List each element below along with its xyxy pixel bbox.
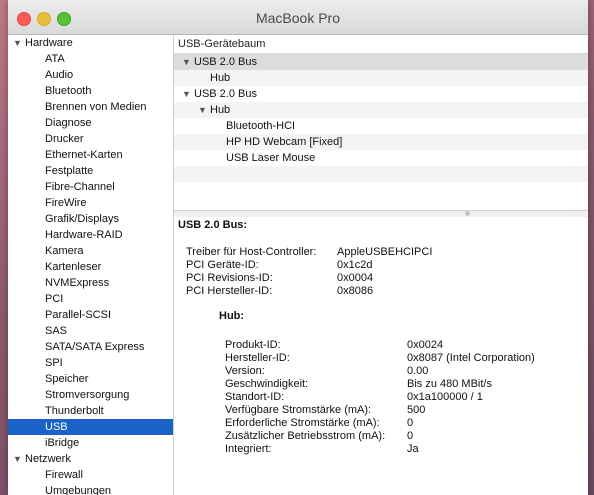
tree-filler-row <box>174 182 588 198</box>
sidebar-item[interactable]: Kamera <box>8 243 173 259</box>
property-value: AppleUSBEHCIPCI <box>337 246 433 258</box>
property-key: Standort-ID: <box>225 391 285 403</box>
sidebar-item[interactable]: iBridge <box>8 435 173 451</box>
sidebar-item[interactable]: FireWire <box>8 195 173 211</box>
sidebar-item[interactable]: Brennen von Medien <box>8 99 173 115</box>
sidebar-category-label: Hardware <box>25 37 73 49</box>
sidebar-item[interactable]: SAS <box>8 323 173 339</box>
property-key: Hersteller-ID: <box>225 352 290 364</box>
sidebar-item[interactable]: Firewall <box>8 467 173 483</box>
disclosure-triangle-icon[interactable]: ▼ <box>13 35 25 51</box>
detail-pane: USB 2.0 Bus: Treiber für Host-Controller… <box>174 217 588 495</box>
sidebar-item[interactable]: PCI <box>8 291 173 307</box>
app-window: MacBook Pro ▼ Hardware ATA Audio Bluetooth Br… <box>8 0 588 495</box>
detail-title: USB 2.0 Bus: <box>178 219 248 231</box>
tree-header: USB-Gerätebaum <box>174 35 588 54</box>
property-key: PCI Geräte-ID: <box>186 259 259 271</box>
usb-tree-label: USB Laser Mouse <box>226 152 316 164</box>
property-value: 0 <box>407 430 414 442</box>
sidebar-item[interactable]: Fibre-Channel <box>8 179 173 195</box>
property-value: 0x0004 <box>337 272 374 284</box>
property-value: 0 <box>407 417 414 429</box>
property-key: Geschwindigkeit: <box>225 378 309 390</box>
sidebar-item[interactable]: Stromversorgung <box>8 387 173 403</box>
disclosure-triangle-icon[interactable]: ▼ <box>198 102 210 118</box>
usb-tree-label: USB 2.0 Bus <box>194 88 257 100</box>
usb-tree-row[interactable]: HP HD Webcam [Fixed] <box>174 134 588 150</box>
usb-tree-row[interactable]: ▼ USB 2.0 Bus <box>174 86 588 102</box>
disclosure-triangle-icon[interactable]: ▼ <box>182 54 194 70</box>
sidebar-item[interactable]: Bluetooth <box>8 83 173 99</box>
property-key: Verfügbare Stromstärke (mA): <box>225 404 372 416</box>
window-title: MacBook Pro <box>255 10 341 26</box>
sidebar-item[interactable]: Drucker <box>8 131 173 147</box>
sidebar-item[interactable]: NVMExpress <box>8 275 173 291</box>
sidebar-item[interactable]: Umgebungen <box>8 483 173 495</box>
property-value: 0x8087 (Intel Corporation) <box>407 352 535 364</box>
sidebar-item[interactable]: Ethernet-Karten <box>8 147 173 163</box>
property-key: Erforderliche Stromstärke (mA): <box>225 417 380 429</box>
sidebar-item[interactable]: Parallel-SCSI <box>8 307 173 323</box>
sidebar-item[interactable]: Hardware-RAID <box>8 227 173 243</box>
property-key: Integriert: <box>225 443 272 455</box>
property-value: 0x1c2d <box>337 259 373 271</box>
property-key: Zusätzlicher Betriebsstrom (mA): <box>225 430 386 442</box>
usb-device-tree[interactable]: USB-Gerätebaum ▼ USB 2.0 Bus Hub ▼ USB 2.0 B… <box>174 35 588 210</box>
sidebar-item[interactable]: Speicher <box>8 371 173 387</box>
tree-filler-row <box>174 166 588 182</box>
sidebar-item[interactable]: Thunderbolt <box>8 403 173 419</box>
property-key: Treiber für Host-Controller: <box>186 246 317 258</box>
sidebar-category[interactable]: ▼ Hardware <box>8 35 173 51</box>
sidebar-item[interactable]: Diagnose <box>8 115 173 131</box>
sidebar-category[interactable]: ▼ Netzwerk <box>8 451 173 467</box>
property-value: 0x8086 <box>337 285 374 297</box>
titlebar[interactable]: MacBook Pro <box>8 0 588 35</box>
usb-tree-label: USB 2.0 Bus <box>194 56 257 68</box>
sidebar-item[interactable]: SATA/SATA Express <box>8 339 173 355</box>
sidebar-item[interactable]: SPI <box>8 355 173 371</box>
usb-tree-row[interactable]: Hub <box>174 70 588 86</box>
property-value: 500 <box>407 404 426 416</box>
usb-tree-row[interactable]: Bluetooth-HCI <box>174 118 588 134</box>
sidebar-item[interactable]: Audio <box>8 67 173 83</box>
disclosure-triangle-icon[interactable]: ▼ <box>182 86 194 102</box>
sidebar-item[interactable]: Festplatte <box>8 163 173 179</box>
disclosure-triangle-icon[interactable]: ▼ <box>13 451 25 467</box>
property-value: 0x0024 <box>407 339 444 351</box>
usb-tree-label: Bluetooth-HCI <box>226 120 296 132</box>
usb-tree-label: HP HD Webcam [Fixed] <box>226 136 343 148</box>
property-key: Version: <box>225 365 265 377</box>
usb-tree-label: Hub <box>210 104 231 116</box>
sidebar-item[interactable]: Grafik/Displays <box>8 211 173 227</box>
splitter-handle[interactable] <box>465 211 470 216</box>
usb-tree-label: Hub <box>210 72 231 84</box>
sidebar[interactable]: ▼ Hardware ATA Audio Bluetooth Brennen von Me… <box>8 35 174 495</box>
property-key: PCI Revisions-ID: <box>186 272 273 284</box>
sidebar-item[interactable]: USB <box>8 419 173 435</box>
property-value: 0x1a100000 / 1 <box>407 391 483 403</box>
property-value: Bis zu 480 MBit/s <box>407 378 492 390</box>
hub-title: Hub: <box>219 310 245 322</box>
sidebar-category-label: Netzwerk <box>25 453 71 465</box>
usb-tree-row[interactable]: ▼ Hub <box>174 102 588 118</box>
property-key: Produkt-ID: <box>225 339 281 351</box>
property-key: PCI Hersteller-ID: <box>186 285 273 297</box>
sidebar-item[interactable]: ATA <box>8 51 173 67</box>
property-value: 0.00 <box>407 365 429 377</box>
property-value: Ja <box>407 443 419 455</box>
usb-tree-row[interactable]: USB Laser Mouse <box>174 150 588 166</box>
usb-tree-row[interactable]: ▼ USB 2.0 Bus <box>174 54 588 70</box>
sidebar-item[interactable]: Kartenleser <box>8 259 173 275</box>
